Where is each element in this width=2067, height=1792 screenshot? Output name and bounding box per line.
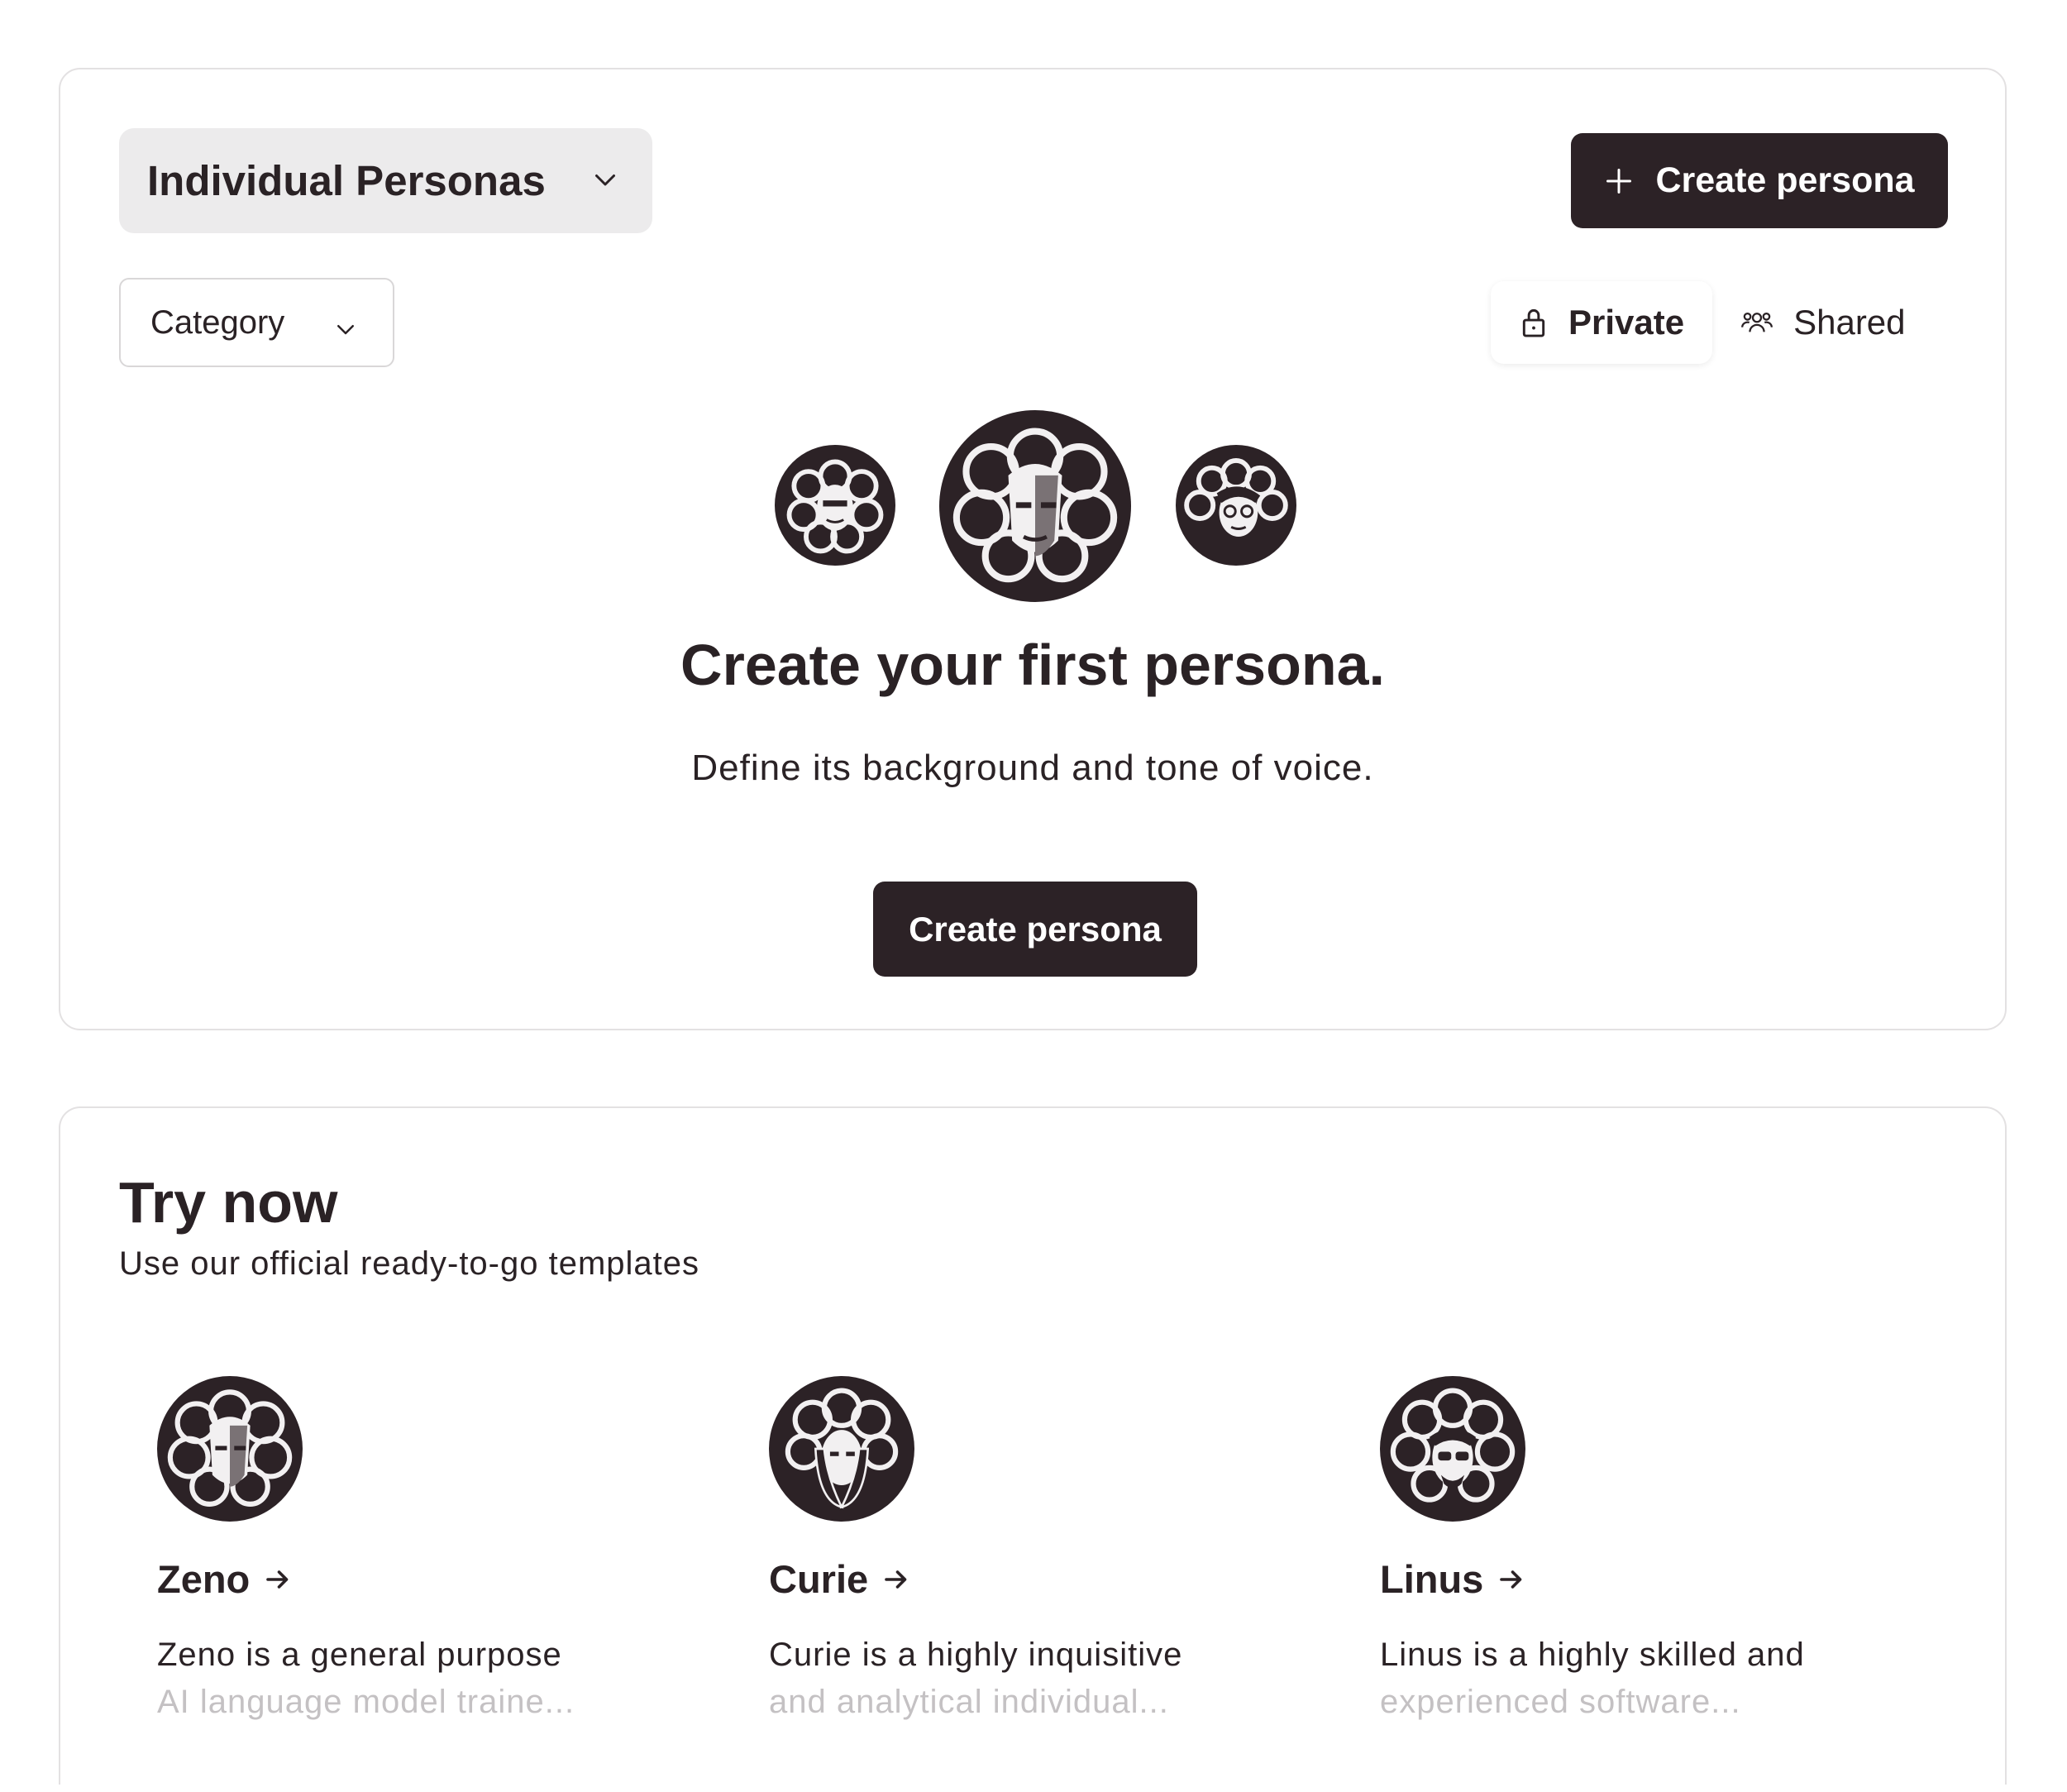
template-description-faded: experienced software... [1380, 1684, 1741, 1720]
persona-type-dropdown[interactable]: Individual Personas [119, 128, 652, 233]
chevron-down-icon [333, 313, 358, 350]
create-persona-button[interactable]: Create persona [1571, 133, 1948, 228]
visibility-private-label: Private [1568, 303, 1685, 342]
template-name: Curie [769, 1557, 869, 1601]
create-first-persona-button[interactable]: Create persona [873, 882, 1197, 977]
persona-avatar-icon [157, 1376, 303, 1522]
template-card-curie[interactable]: Curie Curie is a highly inquisitive and … [769, 1376, 1298, 1721]
create-persona-button-label: Create persona [1655, 160, 1915, 200]
template-card-linus[interactable]: Linus Linus is a highly skilled and expe… [1380, 1376, 1909, 1721]
template-name: Linus [1380, 1557, 1484, 1601]
arrow-right-icon [881, 1565, 911, 1594]
visibility-shared-label: Shared [1793, 303, 1906, 342]
category-label: Category [150, 303, 285, 341]
template-description: Linus is a highly skilled and [1380, 1637, 1805, 1673]
try-now-subtitle: Use our official ready-to-go templates [119, 1245, 700, 1282]
template-description-faded: and analytical individual... [769, 1684, 1169, 1720]
template-card-zeno[interactable]: Zeno Zeno is a general purpose AI langua… [157, 1376, 686, 1721]
persona-type-label: Individual Personas [147, 157, 546, 204]
visibility-toggle: Private Shared [1491, 278, 1934, 367]
plus-icon [1604, 166, 1634, 196]
persona-avatar-icon [769, 1376, 914, 1522]
empty-state-title: Create your first persona. [680, 633, 1385, 697]
try-now-panel: Try now Use our official ready-to-go tem… [59, 1106, 2007, 1785]
template-name: Zeno [157, 1557, 251, 1601]
create-first-persona-label: Create persona [909, 909, 1162, 949]
template-description-faded: AI language model traine... [157, 1684, 575, 1720]
arrow-right-icon [1497, 1565, 1526, 1594]
arrow-right-icon [263, 1565, 293, 1594]
empty-state-subtitle: Define its background and tone of voice. [691, 748, 1374, 788]
lock-icon [1519, 307, 1549, 338]
template-description: Curie is a highly inquisitive [769, 1637, 1183, 1673]
persona-avatar-icon [775, 445, 895, 566]
chevron-down-icon [590, 165, 620, 198]
persona-avatar-icon [1176, 445, 1296, 566]
try-now-title: Try now [119, 1170, 338, 1235]
category-dropdown[interactable]: Category [119, 278, 394, 367]
visibility-private-tab[interactable]: Private [1491, 281, 1713, 364]
persona-avatar-icon [1380, 1376, 1525, 1522]
template-description: Zeno is a general purpose [157, 1637, 562, 1673]
users-icon [1740, 308, 1773, 337]
persona-avatar-icon [939, 410, 1131, 602]
personas-panel: Individual Personas Create persona Categ… [59, 68, 2007, 1030]
visibility-shared-tab[interactable]: Shared [1712, 281, 1933, 364]
